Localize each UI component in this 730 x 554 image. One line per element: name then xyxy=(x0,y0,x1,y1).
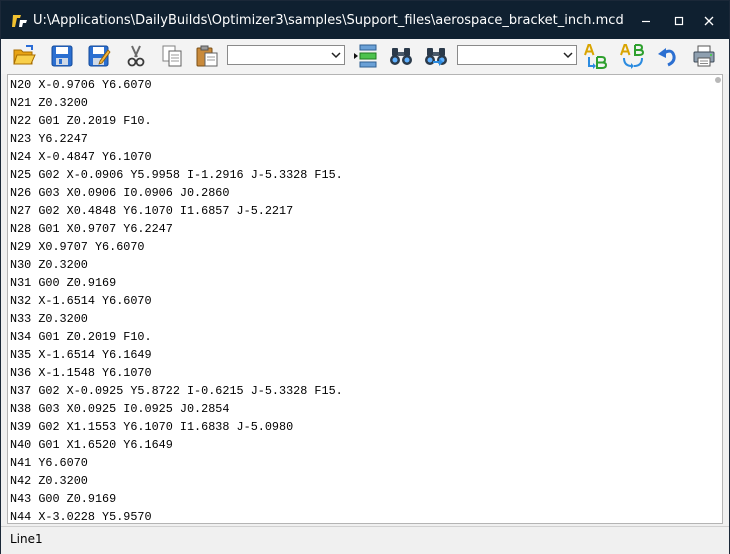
code-line: N35 X-1.6514 Y6.1649 xyxy=(10,348,152,362)
copy-icon xyxy=(162,45,182,67)
app-window: U:\Applications\DailyBuilds\Optimizer3\s… xyxy=(0,0,730,554)
open-folder-icon xyxy=(13,45,36,65)
find-next-icon xyxy=(425,48,447,66)
chevron-down-icon xyxy=(331,52,341,59)
save-button[interactable] xyxy=(47,41,77,71)
undo-button[interactable] xyxy=(653,41,683,71)
code-line: N32 X-1.6514 Y6.6070 xyxy=(10,294,152,308)
code-line: N24 X-0.4847 Y6.1070 xyxy=(10,150,152,164)
code-line: N39 G02 X1.1553 Y6.1070 I1.6838 J-5.0980 xyxy=(10,420,294,434)
code-line: N43 G00 Z0.9169 xyxy=(10,492,117,506)
vertical-scrollbar[interactable] xyxy=(714,75,722,523)
code-line: N38 G03 X0.0925 I0.0925 J0.2854 xyxy=(10,402,230,416)
code-line: N42 Z0.3200 xyxy=(10,474,88,488)
code-line: N33 Z0.3200 xyxy=(10,312,88,326)
code-line: N40 G01 X1.6520 Y6.1649 xyxy=(10,438,173,452)
code-line: N34 G01 Z0.2019 F10. xyxy=(10,330,152,344)
paste-button[interactable] xyxy=(192,41,222,71)
binoculars-icon xyxy=(390,48,412,65)
toolbar xyxy=(1,39,729,74)
close-button[interactable] xyxy=(698,10,720,32)
status-text: Line1 xyxy=(10,532,43,546)
cut-button[interactable] xyxy=(121,41,151,71)
window-title: U:\Applications\DailyBuilds\Optimizer3\s… xyxy=(33,13,624,28)
code-line: N28 G01 X0.9707 Y6.2247 xyxy=(10,222,173,236)
find-combo[interactable] xyxy=(227,45,345,65)
scrollbar-thumb[interactable] xyxy=(715,77,721,83)
go-to-line-icon xyxy=(354,44,377,68)
print-button[interactable] xyxy=(689,41,719,71)
code-line: N30 Z0.3200 xyxy=(10,258,88,272)
save-as-button[interactable] xyxy=(84,41,114,71)
copy-button[interactable] xyxy=(157,41,187,71)
find-next-button[interactable] xyxy=(421,41,451,71)
code-line: N36 X-1.1548 Y6.1070 xyxy=(10,366,152,380)
replace-all-icon xyxy=(620,44,645,69)
paste-icon xyxy=(196,45,218,67)
code-line: N44 X-3.0228 Y5.9570 xyxy=(10,510,152,524)
code-line: N22 G01 Z0.2019 F10. xyxy=(10,114,152,128)
minimize-button[interactable] xyxy=(635,10,657,32)
replace-button[interactable] xyxy=(581,41,611,71)
app-logo-icon xyxy=(11,12,29,30)
status-bar: Line1 xyxy=(1,526,729,554)
code-line: N31 G00 Z0.9169 xyxy=(10,276,117,290)
replace-combo[interactable] xyxy=(457,45,577,65)
code-lines: N20 X-0.9706 Y6.6070 N21 Z0.3200 N22 G01 Z… xyxy=(10,76,343,524)
save-icon xyxy=(51,45,73,67)
scissors-icon xyxy=(127,45,145,67)
replace-icon xyxy=(584,44,608,69)
find-button[interactable] xyxy=(386,41,416,71)
code-line: N29 X0.9707 Y6.6070 xyxy=(10,240,145,254)
replace-all-button[interactable] xyxy=(617,41,647,71)
code-line: N41 Y6.6070 xyxy=(10,456,88,470)
undo-icon xyxy=(658,48,676,67)
code-line: N25 G02 X-0.0906 Y5.9958 I-1.2916 J-5.33… xyxy=(10,168,343,182)
title-bar[interactable]: U:\Applications\DailyBuilds\Optimizer3\s… xyxy=(1,1,729,39)
save-as-icon xyxy=(88,45,111,67)
code-line: N37 G02 X-0.0925 Y5.8722 I-0.6215 J-5.33… xyxy=(10,384,343,398)
printer-icon xyxy=(693,45,715,67)
open-folder-button[interactable] xyxy=(9,41,39,71)
code-line: N20 X-0.9706 Y6.6070 xyxy=(10,78,152,92)
chevron-down-icon xyxy=(563,52,573,59)
code-line: N27 G02 X0.4848 Y6.1070 I1.6857 J-5.2217 xyxy=(10,204,294,218)
maximize-button[interactable] xyxy=(668,10,690,32)
go-to-line-button[interactable] xyxy=(351,41,381,71)
code-editor[interactable]: N20 X-0.9706 Y6.6070 N21 Z0.3200 N22 G01 Z… xyxy=(7,74,723,524)
code-line: N21 Z0.3200 xyxy=(10,96,88,110)
code-line: N26 G03 X0.0906 I0.0906 J0.2860 xyxy=(10,186,230,200)
code-line: N23 Y6.2247 xyxy=(10,132,88,146)
